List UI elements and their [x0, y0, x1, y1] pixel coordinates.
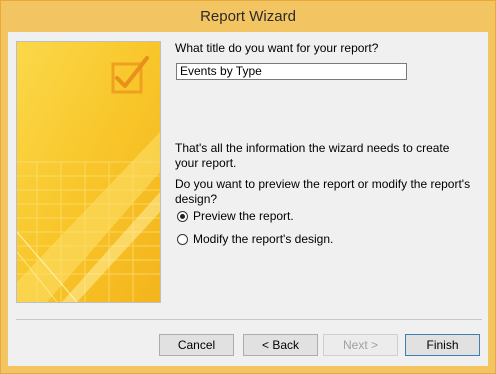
- radio-preview-label: Preview the report.: [193, 209, 294, 223]
- report-title-input[interactable]: [176, 63, 407, 80]
- info-text: That's all the information the wizard ne…: [175, 141, 450, 170]
- radio-modify-design[interactable]: Modify the report's design.: [177, 232, 333, 246]
- wizard-illustration: [16, 41, 161, 303]
- radio-preview-report[interactable]: Preview the report.: [177, 209, 294, 223]
- preview-question-label: Do you want to preview the report or mod…: [175, 177, 471, 206]
- window-title: Report Wizard: [200, 8, 296, 25]
- report-wizard-window: Report Wizard What title do you want for…: [0, 0, 496, 374]
- title-bar[interactable]: Report Wizard: [1, 1, 495, 32]
- radio-preview-indicator[interactable]: [177, 210, 188, 222]
- radio-modify-indicator[interactable]: [177, 233, 188, 245]
- wizard-body: What title do you want for your report? …: [8, 32, 488, 366]
- cancel-button[interactable]: Cancel: [159, 334, 234, 356]
- radio-modify-label: Modify the report's design.: [193, 232, 334, 246]
- back-button[interactable]: < Back: [243, 334, 318, 356]
- finish-button[interactable]: Finish: [405, 334, 480, 356]
- wizard-checkbox-illustration-icon: [17, 42, 160, 302]
- next-button[interactable]: Next >: [323, 334, 398, 356]
- separator: [16, 319, 482, 320]
- title-question-label: What title do you want for your report?: [175, 41, 379, 55]
